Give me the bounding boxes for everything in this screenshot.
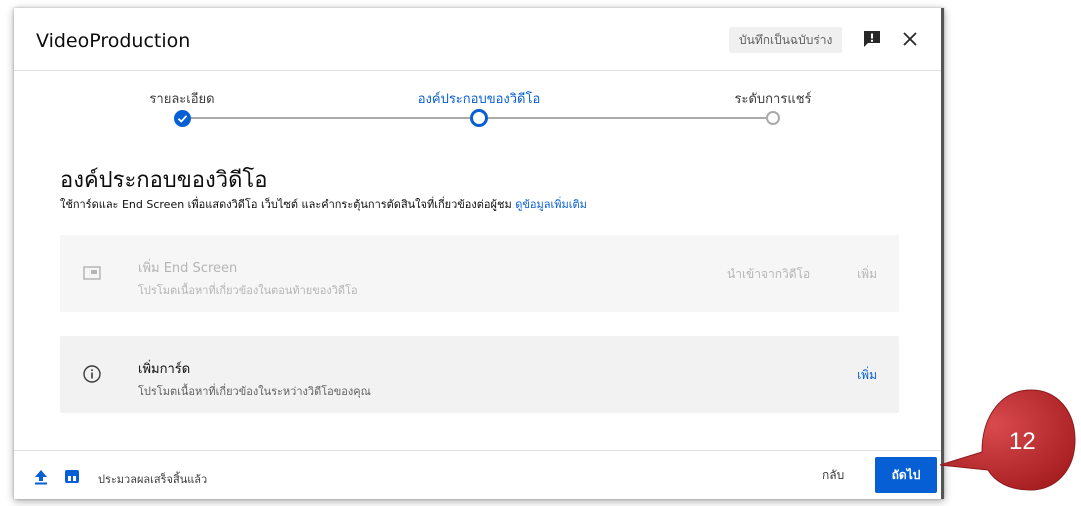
next-button[interactable]: ถัดไป xyxy=(875,457,937,493)
dialog-footer: ประมวลผลเสร็จสิ้นแล้ว กลับ ถัดไป xyxy=(14,450,941,500)
cards-subtitle: โปรโมตเนื้อหาที่เกี่ยวข้องในระหว่างวิดีโ… xyxy=(138,385,371,398)
callout-bubble xyxy=(939,389,1076,491)
callout-number: 12 xyxy=(1009,428,1036,455)
check-icon xyxy=(177,115,188,123)
learn-more-link[interactable]: ดูข้อมูลเพิ่มเติม xyxy=(515,198,587,211)
info-icon xyxy=(83,365,101,383)
end-screen-title: เพิ่ม End Screen xyxy=(138,261,238,276)
feedback-icon[interactable] xyxy=(862,29,882,49)
end-screen-subtitle: โปรโมตเนื้อหาที่เกี่ยวข้องในตอนท้ายของวิ… xyxy=(138,284,358,297)
section-description: ใช้การ์ดและ End Screen เพื่อแสดงวิดีโอ เ… xyxy=(60,195,587,213)
save-draft-badge[interactable]: บันทึกเป็นฉบับร่าง xyxy=(729,27,843,53)
back-button[interactable]: กลับ xyxy=(822,466,844,485)
stepper-line-2 xyxy=(488,117,766,119)
section-description-text: ใช้การ์ดและ End Screen เพื่อแสดงวิดีโอ เ… xyxy=(60,198,512,211)
upload-icon[interactable] xyxy=(34,469,48,485)
step-video-elements-dot[interactable] xyxy=(470,109,488,127)
step-details-dot[interactable] xyxy=(174,110,191,127)
step-visibility-dot[interactable] xyxy=(766,111,780,125)
step-details-label[interactable]: รายละเอียด xyxy=(149,88,214,109)
stepper-line-1 xyxy=(191,117,470,119)
hd-glyph-icon xyxy=(68,476,76,481)
cards-card: เพิ่มการ์ด โปรโมตเนื้อหาที่เกี่ยวข้องในร… xyxy=(60,336,899,413)
step-video-elements-label[interactable]: องค์ประกอบของวิดีโอ xyxy=(418,88,541,109)
processing-status: ประมวลผลเสร็จสิ้นแล้ว xyxy=(98,473,208,486)
add-card-button[interactable]: เพิ่ม xyxy=(857,366,877,385)
close-icon[interactable] xyxy=(900,29,920,49)
add-end-screen-button[interactable]: เพิ่ม xyxy=(857,265,877,284)
step-visibility-label[interactable]: ระดับการแชร์ xyxy=(735,88,812,109)
upload-dialog: VideoProduction บันทึกเป็นฉบับร่าง รายละ… xyxy=(14,8,944,499)
cards-title: เพิ่มการ์ด xyxy=(138,362,191,377)
import-from-video-button[interactable]: นำเข้าจากวิดีโอ xyxy=(727,265,810,284)
dialog-title: VideoProduction xyxy=(36,30,191,52)
hd-icon[interactable] xyxy=(65,470,79,483)
end-screen-card: เพิ่ม End Screen โปรโมตเนื้อหาที่เกี่ยวข… xyxy=(60,235,899,312)
section-title: องค์ประกอบของวิดีโอ xyxy=(60,168,268,193)
dialog-header: VideoProduction บันทึกเป็นฉบับร่าง xyxy=(14,8,941,71)
end-screen-icon xyxy=(83,266,101,280)
